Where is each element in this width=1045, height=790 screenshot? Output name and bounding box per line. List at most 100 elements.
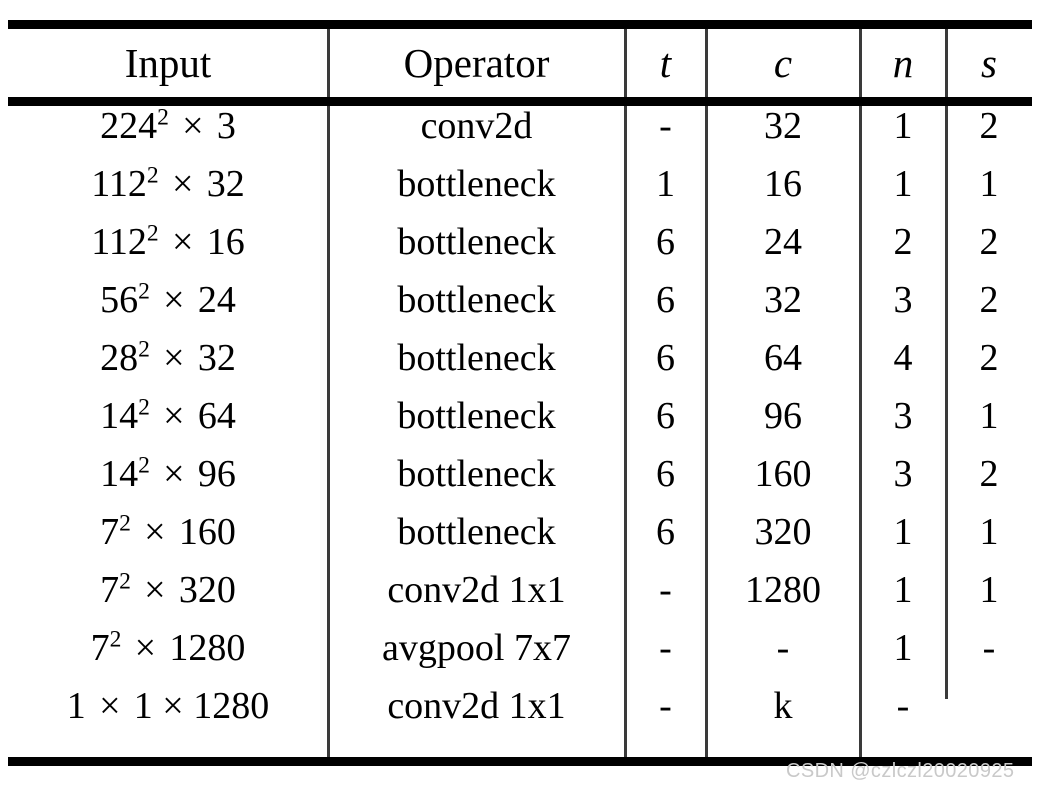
column-header-s: s — [981, 39, 997, 86]
cell-input: 562 × 24 — [8, 271, 328, 329]
cell-t: 6 — [656, 279, 675, 321]
column-header-t: t — [659, 39, 672, 86]
input-base: 224 — [100, 105, 158, 147]
cell-operator: bottleneck — [397, 337, 556, 379]
input-exponent: 2 — [146, 220, 159, 247]
input-exponent: 2 — [138, 336, 150, 363]
cell-n: 1 — [893, 511, 913, 553]
multiplication-sign: × — [134, 569, 176, 611]
input-channels: 320 — [178, 569, 236, 611]
cell-operator: conv2d — [420, 105, 533, 147]
cell-c: 32 — [764, 279, 802, 321]
input-exponent: 2 — [138, 278, 150, 305]
cell-n: 1 — [893, 105, 913, 147]
cell-n: 2 — [893, 221, 913, 263]
cell-c: 32 — [764, 105, 802, 147]
cell-n: 1 — [893, 163, 913, 205]
input-channels: 1280 — [169, 627, 246, 669]
input-exponent: 2 — [146, 162, 159, 189]
input-base: 14 — [100, 395, 139, 437]
cell-c: - — [776, 627, 790, 669]
cell-t: 6 — [656, 221, 675, 263]
input-channels: 32 — [206, 163, 245, 205]
input-channels: 96 — [197, 453, 236, 495]
input-exponent: 2 — [119, 568, 131, 595]
cell-input: 72 × 1280 — [8, 619, 328, 677]
multiplication-sign: × — [162, 221, 203, 263]
table-row: 142 × 96 bottleneck 6 160 3 2 — [8, 445, 1032, 503]
input-base: 7 — [90, 627, 110, 669]
input-exponent: 2 — [119, 510, 131, 537]
cell-s: 1 — [979, 163, 999, 205]
cell-t: 6 — [656, 511, 675, 553]
input-channels: 160 — [178, 511, 236, 553]
cell-operator: bottleneck — [397, 395, 556, 437]
cell-c: 160 — [754, 453, 812, 495]
input-channels: 24 — [197, 279, 236, 321]
input-base: 7 — [100, 511, 120, 553]
multiplication-sign: × — [153, 395, 195, 437]
cell-c: 1280 — [745, 569, 821, 611]
cell-operator: bottleneck — [397, 279, 556, 321]
multiplication-sign: × — [162, 163, 203, 205]
column-header-c: c — [773, 39, 793, 86]
cell-operator: bottleneck — [397, 453, 556, 495]
multiplication-sign: × — [172, 105, 214, 147]
input-channels: 16 — [206, 221, 245, 263]
cell-s: - — [982, 627, 996, 669]
column-header-operator: Operator — [403, 39, 550, 86]
input-channels: 3 — [216, 105, 236, 147]
cell-s: 2 — [979, 221, 999, 263]
column-header-n: n — [892, 39, 914, 86]
cell-c: 320 — [754, 511, 812, 553]
cell-c: 16 — [764, 163, 802, 205]
table-row: 142 × 64 bottleneck 6 96 3 1 — [8, 387, 1032, 445]
table-row: 562 × 24 bottleneck 6 32 3 2 — [8, 271, 1032, 329]
multiplication-sign: × — [153, 453, 195, 495]
cell-input: 1122 × 32 — [8, 155, 328, 213]
cell-operator: conv2d 1x1 — [387, 569, 566, 611]
table-row: 72 × 320 conv2d 1x1 - 1280 1 1 — [8, 561, 1032, 619]
input-base: 56 — [100, 279, 139, 321]
cell-input: 142 × 96 — [8, 445, 328, 503]
cell-t: 6 — [656, 395, 675, 437]
cell-s — [946, 677, 1032, 735]
cell-input: 282 × 32 — [8, 329, 328, 387]
architecture-table-figure: Input Operator t c n s 2242 × 3 conv2d -32… — [0, 0, 1045, 790]
cell-t: - — [659, 105, 672, 147]
table-row: 1 × 1 × 1280 conv2d 1x1 - k - — [8, 677, 1032, 735]
cell-t: 1 — [656, 163, 675, 205]
cell-c: 64 — [764, 337, 802, 379]
input-channels: 1 × 1280 — [133, 685, 270, 727]
cell-s: 1 — [979, 511, 999, 553]
input-base: 112 — [91, 221, 147, 263]
table-row: 1122 × 32 bottleneck 1 16 1 1 — [8, 155, 1032, 213]
cell-input: 142 × 64 — [8, 387, 328, 445]
cell-n: 3 — [893, 395, 913, 437]
input-exponent: 2 — [138, 452, 150, 479]
architecture-table: Input Operator t c n s 2242 × 3 conv2d -32… — [8, 29, 1032, 735]
table-row: 282 × 32 bottleneck 6 64 4 2 — [8, 329, 1032, 387]
cell-c: 24 — [764, 221, 802, 263]
input-base: 7 — [100, 569, 120, 611]
table-row: 1122 × 16 bottleneck 6 24 2 2 — [8, 213, 1032, 271]
cell-operator: bottleneck — [397, 511, 556, 553]
input-exponent: 2 — [157, 104, 169, 131]
column-header-input: Input — [124, 39, 212, 86]
input-channels: 32 — [197, 337, 236, 379]
table-row: 72 × 160 bottleneck 6 320 1 1 — [8, 503, 1032, 561]
input-base: 14 — [100, 453, 139, 495]
cell-operator: bottleneck — [397, 221, 556, 263]
cell-t: - — [659, 627, 672, 669]
multiplication-sign: × — [89, 685, 130, 727]
cell-s: 1 — [979, 395, 999, 437]
cell-s: 2 — [979, 337, 999, 379]
cell-operator: conv2d 1x1 — [387, 685, 566, 727]
input-exponent: 2 — [138, 394, 150, 421]
table-header-row: Input Operator t c n s — [8, 29, 1032, 97]
cell-t: 6 — [656, 453, 675, 495]
cell-s: 2 — [979, 105, 999, 147]
cell-s: 1 — [979, 569, 999, 611]
input-base: 28 — [100, 337, 139, 379]
input-channels: 64 — [197, 395, 236, 437]
